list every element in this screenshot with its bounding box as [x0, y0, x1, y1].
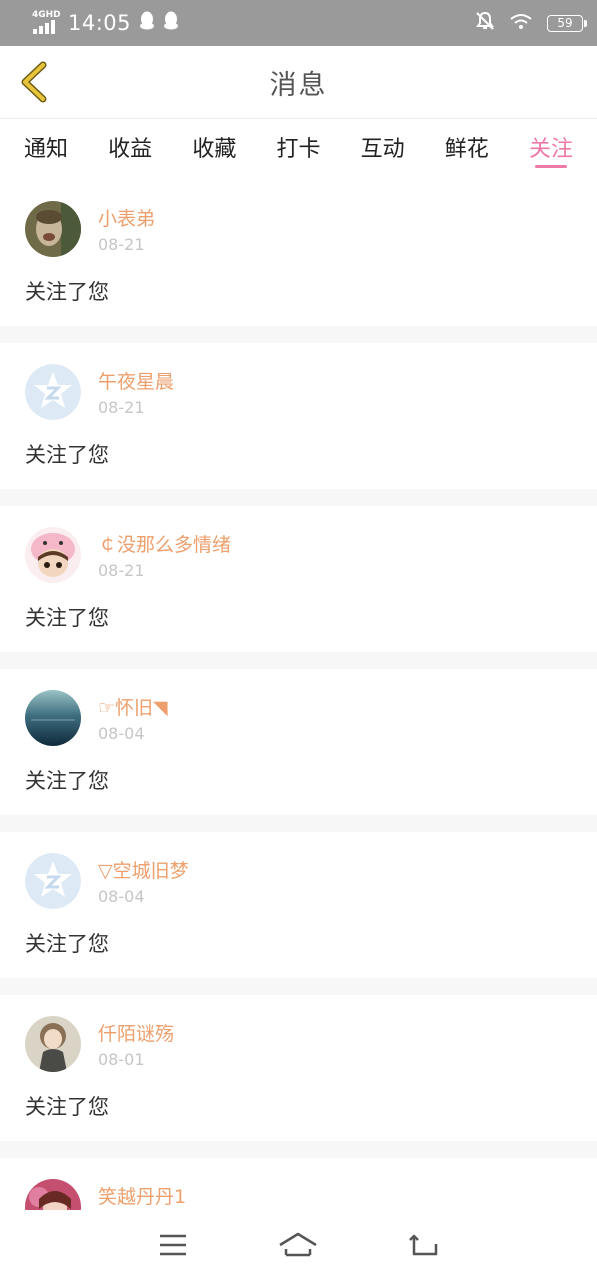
date: 08-01 — [98, 1050, 145, 1069]
username[interactable]: ☞怀旧◥ — [98, 693, 168, 720]
avatar[interactable] — [25, 690, 81, 746]
wifi-icon — [509, 12, 533, 34]
message: 关注了您 — [25, 606, 109, 630]
list-item[interactable]: ☞怀旧◥ 08-04 关注了您 — [0, 669, 597, 815]
list-item[interactable]: 仟陌谜殇 08-01 关注了您 — [0, 995, 597, 1141]
avatar[interactable] — [25, 1179, 81, 1210]
page-title: 消息 — [269, 69, 328, 101]
tab-notice[interactable]: 通知 — [24, 119, 68, 180]
date: 08-21 — [98, 398, 145, 417]
battery-icon: 59 — [547, 14, 587, 32]
clock: 14:05 — [68, 11, 132, 35]
menu-button[interactable] — [151, 1225, 195, 1265]
default-avatar-icon — [25, 853, 81, 909]
back-icon — [409, 1234, 438, 1256]
avatar[interactable] — [25, 201, 81, 257]
tab-follow[interactable]: 关注 — [529, 119, 573, 180]
message: 关注了您 — [25, 443, 109, 467]
avatar[interactable] — [25, 853, 81, 909]
home-icon — [279, 1232, 318, 1257]
date: 08-04 — [98, 724, 145, 743]
username[interactable]: 仟陌谜殇 — [98, 1019, 174, 1046]
network-type: 4GHD — [32, 10, 61, 20]
avatar[interactable] — [25, 527, 81, 583]
battery-level: 59 — [557, 15, 573, 30]
header: 消息 — [0, 46, 597, 118]
system-back-button[interactable] — [402, 1225, 446, 1265]
home-button[interactable] — [276, 1225, 320, 1265]
qq-icon — [139, 11, 155, 35]
back-button[interactable] — [14, 60, 54, 104]
tab-checkin[interactable]: 打卡 — [276, 119, 320, 180]
system-nav-bar — [0, 1210, 597, 1280]
tab-favorites[interactable]: 收藏 — [192, 119, 236, 180]
date: 08-21 — [98, 561, 145, 580]
username[interactable]: 小表弟 — [98, 204, 155, 231]
username[interactable]: ￠没那么多情绪 — [98, 530, 231, 557]
message: 关注了您 — [25, 1095, 109, 1119]
list-item[interactable]: 笑越丹丹1 — [0, 1158, 597, 1210]
username[interactable]: 午夜星晨 — [98, 367, 174, 394]
username[interactable]: 笑越丹丹1 — [98, 1182, 186, 1209]
list-item[interactable]: ▽空城旧梦 08-04 关注了您 — [0, 832, 597, 978]
tab-flowers[interactable]: 鲜花 — [445, 119, 489, 180]
menu-icon — [159, 1234, 186, 1256]
tab-earnings[interactable]: 收益 — [108, 119, 152, 180]
list-item[interactable]: 午夜星晨 08-21 关注了您 — [0, 343, 597, 489]
avatar[interactable] — [25, 364, 81, 420]
tab-bar: 通知 收益 收藏 打卡 互动 鲜花 关注 — [0, 118, 597, 180]
avatar[interactable] — [25, 1016, 81, 1072]
message: 关注了您 — [25, 932, 109, 956]
username[interactable]: ▽空城旧梦 — [98, 856, 189, 883]
qq-icon — [163, 11, 179, 35]
list-item[interactable]: 小表弟 08-21 关注了您 — [0, 180, 597, 326]
date: 08-21 — [98, 235, 145, 254]
mute-bell-icon — [475, 11, 495, 35]
default-avatar-icon — [25, 364, 81, 420]
message: 关注了您 — [25, 280, 109, 304]
message: 关注了您 — [25, 769, 109, 793]
notification-list: 小表弟 08-21 关注了您 午夜星晨 08-21 关注了您 ￠没那么多情绪 0… — [0, 180, 597, 1210]
list-item[interactable]: ￠没那么多情绪 08-21 关注了您 — [0, 506, 597, 652]
date: 08-04 — [98, 887, 145, 906]
tab-interaction[interactable]: 互动 — [361, 119, 405, 180]
chevron-left-icon — [21, 61, 47, 103]
signal-icon: 4GHD — [32, 10, 61, 36]
status-bar: 4GHD 14:05 59 — [0, 0, 597, 46]
